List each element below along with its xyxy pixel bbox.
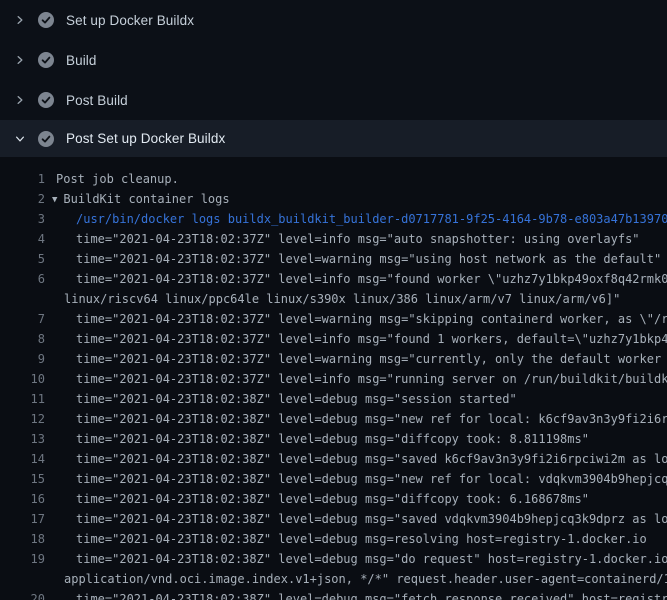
check-circle-icon [38, 52, 54, 68]
log-line-number[interactable]: 11 [0, 389, 45, 409]
log-line: 6time="2021-04-23T18:02:37Z" level=info … [0, 269, 667, 289]
log-line: 14time="2021-04-23T18:02:38Z" level=debu… [0, 449, 667, 469]
log-line: 18time="2021-04-23T18:02:38Z" level=debu… [0, 529, 667, 549]
step-row-post-build[interactable]: Post Build [0, 80, 667, 120]
log-line-text: time="2021-04-23T18:02:37Z" level=info m… [45, 329, 667, 349]
log-line: 13time="2021-04-23T18:02:38Z" level=debu… [0, 429, 667, 449]
chevron-right-icon [12, 52, 28, 68]
log-line-number[interactable]: 4 [0, 229, 45, 249]
log-line-number[interactable]: 17 [0, 509, 45, 529]
log-line-number[interactable]: 7 [0, 309, 45, 329]
log-line-text: linux/riscv64 linux/ppc64le linux/s390x … [45, 289, 620, 309]
log-line-number[interactable]: 14 [0, 449, 45, 469]
log-line-text: time="2021-04-23T18:02:38Z" level=debug … [45, 449, 667, 469]
log-line: 15time="2021-04-23T18:02:38Z" level=debu… [0, 469, 667, 489]
log-line-number[interactable]: 9 [0, 349, 45, 369]
log-line-continuation: linux/riscv64 linux/ppc64le linux/s390x … [0, 289, 667, 309]
step-row-set-up-docker-buildx[interactable]: Set up Docker Buildx [0, 0, 667, 40]
log-line: 1Post job cleanup. [0, 169, 667, 189]
log-line-text: time="2021-04-23T18:02:38Z" level=debug … [45, 549, 667, 569]
step-row-post-set-up-docker-buildx[interactable]: Post Set up Docker Buildx [0, 120, 667, 157]
log-line-text: time="2021-04-23T18:02:37Z" level=warnin… [45, 249, 661, 269]
log-line-number[interactable]: 3 [0, 209, 45, 229]
log-line-number[interactable]: 1 [0, 169, 45, 189]
log-line: 4time="2021-04-23T18:02:37Z" level=info … [0, 229, 667, 249]
log-line-text: Post job cleanup. [45, 169, 179, 189]
log-line-text: time="2021-04-23T18:02:38Z" level=debug … [45, 589, 667, 600]
check-circle-icon [38, 12, 54, 28]
check-circle-icon [38, 131, 54, 147]
log-line: 7time="2021-04-23T18:02:37Z" level=warni… [0, 309, 667, 329]
log-line-text: time="2021-04-23T18:02:38Z" level=debug … [45, 409, 667, 429]
log-line-number[interactable]: 18 [0, 529, 45, 549]
log-line-number[interactable]: 8 [0, 329, 45, 349]
log-line-text: /usr/bin/docker logs buildx_buildkit_bui… [45, 209, 667, 229]
check-circle-icon [38, 92, 54, 108]
log-line: 12time="2021-04-23T18:02:38Z" level=debu… [0, 409, 667, 429]
log-line-text[interactable]: ▼BuildKit container logs [45, 189, 230, 209]
chevron-down-icon [12, 131, 28, 147]
step-label: Post Build [66, 93, 128, 108]
step-row-build[interactable]: Build [0, 40, 667, 80]
log-line-text: time="2021-04-23T18:02:38Z" level=debug … [45, 489, 589, 509]
log-line-text: time="2021-04-23T18:02:38Z" level=debug … [45, 389, 517, 409]
log-line: 8time="2021-04-23T18:02:37Z" level=info … [0, 329, 667, 349]
log-line-text: time="2021-04-23T18:02:38Z" level=debug … [45, 469, 667, 489]
log-line: 5time="2021-04-23T18:02:37Z" level=warni… [0, 249, 667, 269]
log-line-number[interactable]: 20 [0, 589, 45, 600]
actions-log-viewer: Set up Docker Buildx Build Post Build [0, 0, 667, 600]
log-line-text: time="2021-04-23T18:02:38Z" level=debug … [45, 529, 647, 549]
group-collapse-triangle-icon[interactable]: ▼ [52, 190, 57, 209]
log-line-number [0, 289, 45, 309]
log-line: 10time="2021-04-23T18:02:37Z" level=info… [0, 369, 667, 389]
log-line-text: time="2021-04-23T18:02:37Z" level=warnin… [45, 309, 667, 329]
log-line: 11time="2021-04-23T18:02:38Z" level=debu… [0, 389, 667, 409]
log-line-text: application/vnd.oci.image.index.v1+json,… [45, 569, 667, 589]
log-line-text: time="2021-04-23T18:02:38Z" level=debug … [45, 429, 589, 449]
log-line: 17time="2021-04-23T18:02:38Z" level=debu… [0, 509, 667, 529]
log-line-number[interactable]: 16 [0, 489, 45, 509]
log-line-number[interactable]: 5 [0, 249, 45, 269]
log-line-text: time="2021-04-23T18:02:38Z" level=debug … [45, 509, 667, 529]
log-output: 1Post job cleanup.2▼BuildKit container l… [0, 157, 667, 600]
step-list: Set up Docker Buildx Build Post Build [0, 0, 667, 157]
log-line-number[interactable]: 12 [0, 409, 45, 429]
log-line-number[interactable]: 19 [0, 549, 45, 569]
step-label: Set up Docker Buildx [66, 13, 194, 28]
log-line-number[interactable]: 10 [0, 369, 45, 389]
log-line-text: time="2021-04-23T18:02:37Z" level=warnin… [45, 349, 667, 369]
log-line-number[interactable]: 2 [0, 189, 45, 209]
log-line-number[interactable]: 13 [0, 429, 45, 449]
log-line-command: 3/usr/bin/docker logs buildx_buildkit_bu… [0, 209, 667, 229]
log-line-continuation: application/vnd.oci.image.index.v1+json,… [0, 569, 667, 589]
log-line: 20time="2021-04-23T18:02:38Z" level=debu… [0, 589, 667, 600]
log-line-number[interactable]: 6 [0, 269, 45, 289]
step-label: Build [66, 53, 97, 68]
log-line: 9time="2021-04-23T18:02:37Z" level=warni… [0, 349, 667, 369]
log-line-text: time="2021-04-23T18:02:37Z" level=info m… [45, 229, 640, 249]
log-line: 16time="2021-04-23T18:02:38Z" level=debu… [0, 489, 667, 509]
chevron-right-icon [12, 92, 28, 108]
log-line: 19time="2021-04-23T18:02:38Z" level=debu… [0, 549, 667, 569]
log-line-group: 2▼BuildKit container logs [0, 189, 667, 209]
log-line-text: time="2021-04-23T18:02:37Z" level=info m… [45, 269, 667, 289]
log-line-number[interactable]: 15 [0, 469, 45, 489]
chevron-right-icon [12, 12, 28, 28]
log-line-text: time="2021-04-23T18:02:37Z" level=info m… [45, 369, 667, 389]
step-label: Post Set up Docker Buildx [66, 131, 225, 146]
log-line-number [0, 569, 45, 589]
